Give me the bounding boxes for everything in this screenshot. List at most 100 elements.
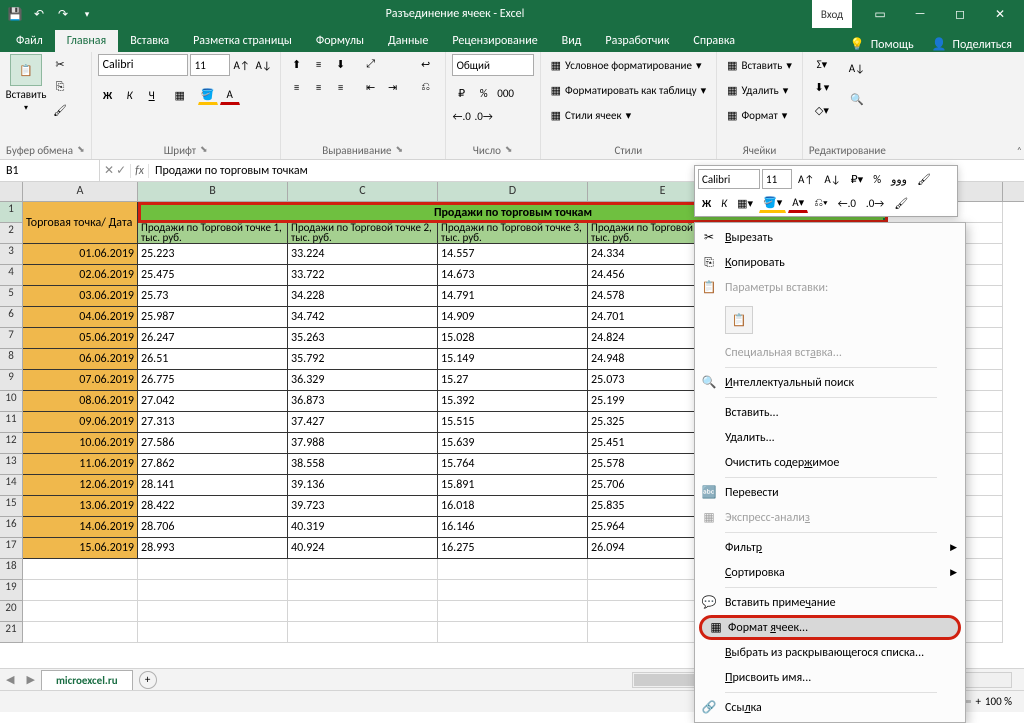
ctx-insert-comment[interactable]: 💬Вставить примечание (695, 590, 965, 615)
mini-percent-icon[interactable]: % (869, 169, 885, 189)
tab-review[interactable]: Рецензирование (440, 30, 549, 52)
conditional-formatting-button[interactable]: ▦Условное форматирование▾ (547, 54, 710, 76)
zoom-in-icon[interactable]: + (975, 695, 980, 708)
cell[interactable] (288, 601, 438, 622)
date-cell[interactable]: 14.06.2019 (23, 517, 138, 538)
name-box[interactable]: B1 (0, 160, 100, 181)
enter-icon[interactable]: ✓ (116, 163, 126, 178)
date-cell[interactable]: 10.06.2019 (23, 433, 138, 454)
tab-insert[interactable]: Вставка (118, 30, 181, 52)
tell-me-text[interactable]: Помощь (871, 38, 914, 52)
tab-file[interactable]: Файл (4, 30, 55, 52)
increase-decimal-icon[interactable]: ←.0 (452, 106, 472, 126)
undo-icon[interactable]: ↶ (28, 3, 50, 25)
cell[interactable] (438, 580, 588, 601)
data-cell[interactable]: 27.042 (138, 391, 288, 412)
data-cell[interactable]: 25.73 (138, 286, 288, 307)
font-name-input[interactable]: Calibri (98, 54, 188, 76)
mini-shrink-font-icon[interactable]: A↓ (820, 169, 844, 189)
data-cell[interactable]: 33.722 (288, 265, 438, 286)
insert-cells-button[interactable]: ▦Вставить▾ (723, 54, 796, 76)
data-cell[interactable]: 14.791 (438, 286, 588, 307)
data-cell[interactable]: 27.313 (138, 412, 288, 433)
font-launcher-icon[interactable]: ⬊ (200, 144, 208, 157)
tab-home[interactable]: Главная (55, 30, 118, 52)
clear-icon[interactable]: ◇▾ (809, 100, 835, 120)
data-cell[interactable]: 39.136 (288, 475, 438, 496)
delete-cells-button[interactable]: ▦Удалить▾ (723, 79, 796, 101)
date-cell[interactable]: 09.06.2019 (23, 412, 138, 433)
data-cell[interactable]: 25.223 (138, 244, 288, 265)
ctx-translate[interactable]: 🔤Перевести (695, 480, 965, 505)
ctx-delete[interactable]: Удалить... (695, 425, 965, 450)
header-cell[interactable]: Продажи по Торговой точке 1, тыс. руб. (138, 223, 288, 244)
grow-font-icon[interactable]: A↑ (232, 55, 252, 75)
number-format-select[interactable]: Общий (452, 54, 534, 76)
ctx-filter[interactable]: Фильтр▶ (695, 535, 965, 560)
col-header-a[interactable]: A (23, 182, 138, 201)
autosum-icon[interactable]: Σ▾ (809, 54, 835, 74)
tab-view[interactable]: Вид (550, 30, 594, 52)
ctx-define-name[interactable]: Присвоить имя... (695, 665, 965, 690)
col-header-b[interactable]: B (138, 182, 288, 201)
data-cell[interactable]: 15.639 (438, 433, 588, 454)
cell[interactable] (288, 580, 438, 601)
data-cell[interactable]: 15.028 (438, 328, 588, 349)
data-cell[interactable]: 15.515 (438, 412, 588, 433)
data-cell[interactable]: 36.873 (288, 391, 438, 412)
data-cell[interactable]: 40.319 (288, 517, 438, 538)
collapse-ribbon-icon[interactable]: ˄ (1017, 144, 1022, 157)
data-cell[interactable]: 26.247 (138, 328, 288, 349)
data-cell[interactable]: 26.775 (138, 370, 288, 391)
data-cell[interactable]: 16.146 (438, 517, 588, 538)
select-all-corner[interactable] (0, 182, 23, 201)
underline-button[interactable]: Ч (142, 85, 162, 105)
format-cells-button[interactable]: ▦Формат▾ (723, 104, 796, 126)
data-cell[interactable]: 34.742 (288, 307, 438, 328)
data-cell[interactable]: 15.891 (438, 475, 588, 496)
alignment-launcher-icon[interactable]: ⬊ (396, 144, 404, 157)
data-cell[interactable]: 14.909 (438, 307, 588, 328)
mini-format-painter-icon[interactable]: 🖌 (913, 169, 935, 189)
data-cell[interactable]: 35.792 (288, 349, 438, 370)
date-cell[interactable]: 04.06.2019 (23, 307, 138, 328)
cell[interactable] (438, 601, 588, 622)
tab-help[interactable]: Справка (681, 30, 747, 52)
mini-font-size[interactable]: 11 (762, 169, 792, 189)
data-cell[interactable]: 37.427 (288, 412, 438, 433)
data-cell[interactable]: 14.673 (438, 265, 588, 286)
mini-increase-decimal-icon[interactable]: .0→ (862, 193, 888, 213)
data-cell[interactable]: 33.224 (288, 244, 438, 265)
align-right-icon[interactable]: ≡ (331, 77, 351, 97)
ctx-format-cells[interactable]: ▦Формат ячеек... (699, 615, 961, 640)
font-color-icon[interactable]: A (220, 85, 240, 105)
cell[interactable] (138, 622, 288, 643)
lightbulb-icon[interactable]: 💡 (850, 37, 865, 52)
mini-borders-icon[interactable]: ▦▾ (733, 193, 757, 213)
date-cell[interactable]: 03.06.2019 (23, 286, 138, 307)
data-cell[interactable]: 16.275 (438, 538, 588, 559)
mini-comma-icon[interactable]: ووو (887, 169, 911, 189)
tab-developer[interactable]: Разработчик (593, 30, 681, 52)
tab-formulas[interactable]: Формулы (304, 30, 376, 52)
data-cell[interactable]: 15.149 (438, 349, 588, 370)
cell-styles-button[interactable]: ▦Стили ячеек▾ (547, 104, 710, 126)
data-cell[interactable]: 28.993 (138, 538, 288, 559)
zoom-level[interactable]: 100 % (985, 695, 1012, 708)
new-sheet-button[interactable]: + (139, 671, 157, 689)
data-cell[interactable]: 15.764 (438, 454, 588, 475)
mini-italic-button[interactable]: К (717, 193, 731, 213)
align-left-icon[interactable]: ≡ (287, 77, 307, 97)
accounting-format-icon[interactable]: ₽ (452, 83, 472, 103)
date-cell[interactable]: 02.06.2019 (23, 265, 138, 286)
decrease-indent-icon[interactable]: ⇤ (361, 77, 381, 97)
cell[interactable] (138, 601, 288, 622)
cell[interactable] (23, 622, 138, 643)
cell[interactable] (138, 580, 288, 601)
data-cell[interactable]: 35.263 (288, 328, 438, 349)
mini-format-painter2-icon[interactable]: 🖌 (890, 193, 912, 213)
col-header-c[interactable]: C (288, 182, 438, 201)
date-cell[interactable]: 08.06.2019 (23, 391, 138, 412)
data-cell[interactable]: 25.475 (138, 265, 288, 286)
data-cell[interactable]: 28.706 (138, 517, 288, 538)
